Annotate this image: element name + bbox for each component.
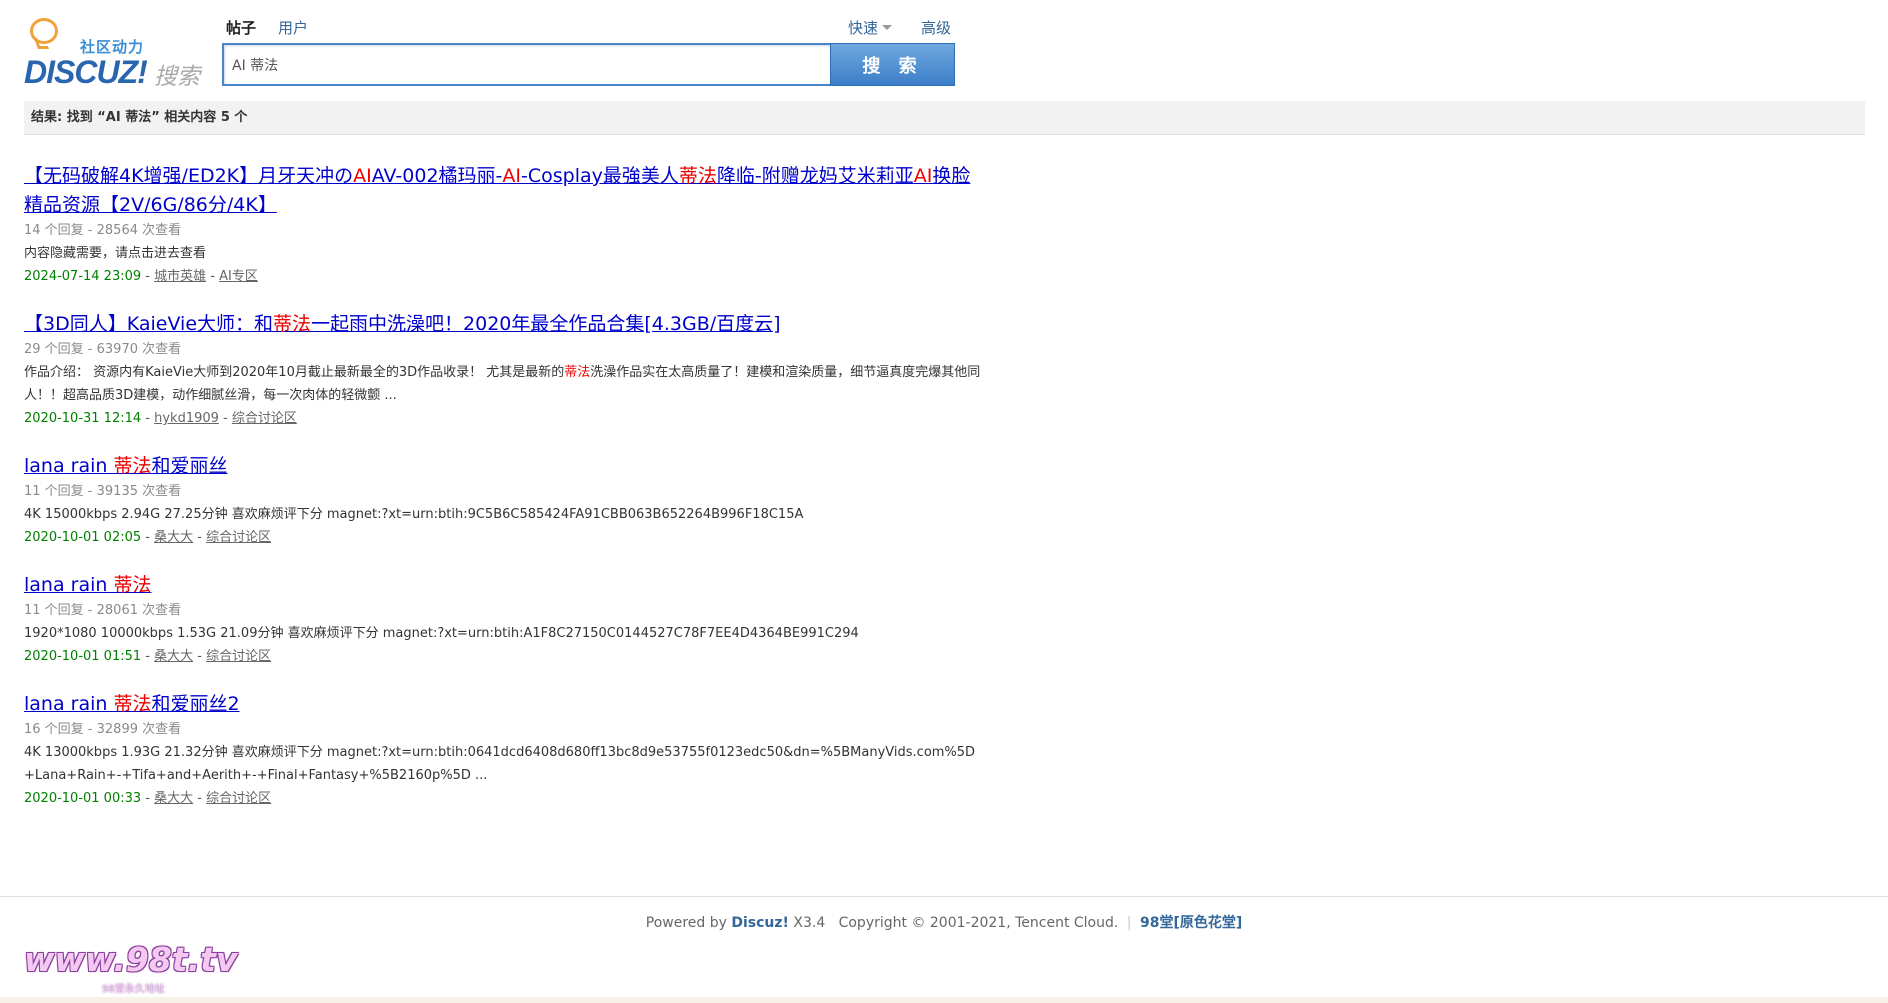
result-stats: 29 个回复 - 63970 次查看 [24,342,182,357]
result-item: lana rain 蒂法和爱丽丝2 16 个回复 - 32899 次查看 4K 13… [24,690,984,810]
search-button[interactable]: 搜 索 [830,43,955,86]
keyword-highlight: AI [913,165,933,187]
text-segment: 4K 13000kbps 1.93G 21.32分钟 喜欢麻烦评下分 magne… [24,745,976,783]
logo-suffix: 搜索 [154,64,200,90]
text-segment: lana rain [24,693,114,715]
result-snippet: 内容隐藏需要，请点击进去查看 [24,242,984,265]
result-stats: 11 个回复 - 39135 次查看 [24,484,182,499]
result-forum-link[interactable]: 综合讨论区 [206,649,271,664]
discuz-logo[interactable]: 社区动力 DISCUZ! 搜索 [24,16,200,90]
result-date: 2020-10-01 02:05 [24,530,142,545]
result-author-link[interactable]: 桑大大 [154,530,193,545]
text-segment: 和爱丽丝2 [151,693,240,715]
result-item: 【无码破解4K增强/ED2K】月牙天冲のAIAV-002橘玛丽-AI-Cospl… [24,162,984,288]
text-segment: 1920*1080 10000kbps 1.53G 21.09分钟 喜欢麻烦评下… [24,626,859,641]
result-forum-link[interactable]: 综合讨论区 [206,791,271,806]
result-snippet: 1920*1080 10000kbps 1.53G 21.09分钟 喜欢麻烦评下… [24,622,984,645]
footer-copyright: Copyright © 2001-2021, Tencent Cloud. [838,915,1119,931]
chat-bubble-icon [30,18,58,44]
footer-site-link[interactable]: 98堂[原色花堂] [1140,915,1242,931]
keyword-highlight: 蒂法 [564,365,591,380]
result-item: 【3D同人】KaieVie大师：和蒂法一起雨中洗澡吧！2020年最全作品合集[4… [24,310,984,430]
result-title-link[interactable]: 【3D同人】KaieVie大师：和蒂法一起雨中洗澡吧！2020年最全作品合集[4… [24,310,984,339]
text-segment: 内容隐藏需要，请点击进去查看 [24,246,207,261]
text-segment: 【无码破解4K增强/ED2K】月牙天冲の [24,165,354,187]
result-title-link[interactable]: lana rain 蒂法和爱丽丝 [24,452,984,481]
keyword-highlight: AI [353,165,372,187]
result-forum-link[interactable]: 综合讨论区 [206,530,271,545]
result-stats: 14 个回复 - 28564 次查看 [24,223,182,238]
keyword-highlight: 蒂法 [113,693,152,715]
result-snippet: 4K 15000kbps 2.94G 27.25分钟 喜欢麻烦评下分 magne… [24,503,984,526]
result-forum-link[interactable]: 综合讨论区 [232,411,297,426]
text-segment: 和爱丽丝 [151,455,228,477]
result-author-link[interactable]: 桑大大 [154,791,193,806]
footer-divider [0,896,1888,897]
result-meta: 2020-10-01 00:33 - 桑大大 - 综合讨论区 [24,791,272,806]
site-watermark: www.98t.tv 98堂永久地址 [24,940,244,1000]
footer-powered-by: Powered by [645,915,727,931]
result-stats: 16 个回复 - 32899 次查看 [24,722,182,737]
text-segment: lana rain [24,574,114,596]
quick-search-dropdown[interactable]: 快速 [848,17,893,38]
result-date: 2020-10-31 12:14 [24,411,142,426]
text-segment: -Cosplay最強美人 [521,165,679,187]
result-forum-link[interactable]: AI专区 [219,269,258,284]
result-date: 2020-10-01 00:33 [24,791,142,806]
advanced-search-link[interactable]: 高级 [921,17,951,38]
text-segment: AV-002橘玛丽- [371,165,503,187]
search-header: 社区动力 DISCUZ! 搜索 帖子 用户 快速 高级 搜 索 [0,0,1888,115]
result-snippet: 作品介绍： 资源内有KaieVie大师到2020年10月截止最新最全的3D作品收… [24,361,984,407]
result-item: lana rain 蒂法 11 个回复 - 28061 次查看 1920*1080 … [24,571,984,668]
bottom-strip [0,997,1888,1003]
result-title-link[interactable]: 【无码破解4K增强/ED2K】月牙天冲のAIAV-002橘玛丽-AI-Cospl… [24,162,984,220]
result-author-link[interactable]: 桑大大 [154,649,193,664]
text-segment: 作品介绍： 资源内有KaieVie大师到2020年10月截止最新最全的3D作品收… [24,365,565,380]
result-date: 2024-07-14 23:09 [24,269,142,284]
result-meta: 2020-10-01 02:05 - 桑大大 - 综合讨论区 [24,530,272,545]
text-segment: 【3D同人】KaieVie大师：和 [24,313,274,335]
watermark-subtitle: 98堂永久地址 [102,984,165,995]
result-snippet: 4K 13000kbps 1.93G 21.32分钟 喜欢麻烦评下分 magne… [24,741,984,787]
footer: Powered by Discuz! X3.4 Copyright © 2001… [0,912,1888,932]
text-segment: 4K 15000kbps 2.94G 27.25分钟 喜欢麻烦评下分 magne… [24,507,804,522]
caret-down-icon [882,25,893,30]
keyword-highlight: 蒂法 [273,313,312,335]
result-item: lana rain 蒂法和爱丽丝 11 个回复 - 39135 次查看 4K 150… [24,452,984,549]
keyword-highlight: 蒂法 [678,165,717,187]
keyword-highlight: 蒂法 [113,574,152,596]
result-meta: 2020-10-31 12:14 - hykd1909 - 综合讨论区 [24,411,297,426]
result-author-link[interactable]: 城市英雄 [154,269,206,284]
text-segment: 一起雨中洗澡吧！2020年最全作品合集[4.3GB/百度云] [311,313,781,335]
result-title-link[interactable]: lana rain 蒂法 [24,571,984,600]
watermark-url: www.98t.tv [24,940,238,979]
keyword-highlight: AI [502,165,522,187]
text-segment: 降临-附赠龙妈艾米莉亚 [716,165,914,187]
quick-search-label: 快速 [848,19,879,37]
text-segment: lana rain [24,455,114,477]
logo-brand: DISCUZ! [24,54,148,90]
footer-brand-link[interactable]: Discuz! [731,915,789,931]
result-meta: 2024-07-14 23:09 - 城市英雄 - AI专区 [24,269,258,284]
result-list: 【无码破解4K增强/ED2K】月牙天冲のAIAV-002橘玛丽-AI-Cospl… [24,162,984,832]
tab-users[interactable]: 用户 [278,17,308,38]
search-input[interactable] [222,43,830,86]
result-stats: 11 个回复 - 28061 次查看 [24,603,182,618]
footer-separator: | [1126,915,1132,931]
result-date: 2020-10-01 01:51 [24,649,142,664]
result-author-link[interactable]: hykd1909 [154,411,219,426]
footer-version: X3.4 [793,915,826,931]
result-title-link[interactable]: lana rain 蒂法和爱丽丝2 [24,690,984,719]
result-summary: 结果: 找到 “AI 蒂法” 相关内容 5 个 [24,101,1865,135]
keyword-highlight: 蒂法 [113,455,152,477]
result-meta: 2020-10-01 01:51 - 桑大大 - 综合讨论区 [24,649,272,664]
tab-posts[interactable]: 帖子 [226,17,256,38]
